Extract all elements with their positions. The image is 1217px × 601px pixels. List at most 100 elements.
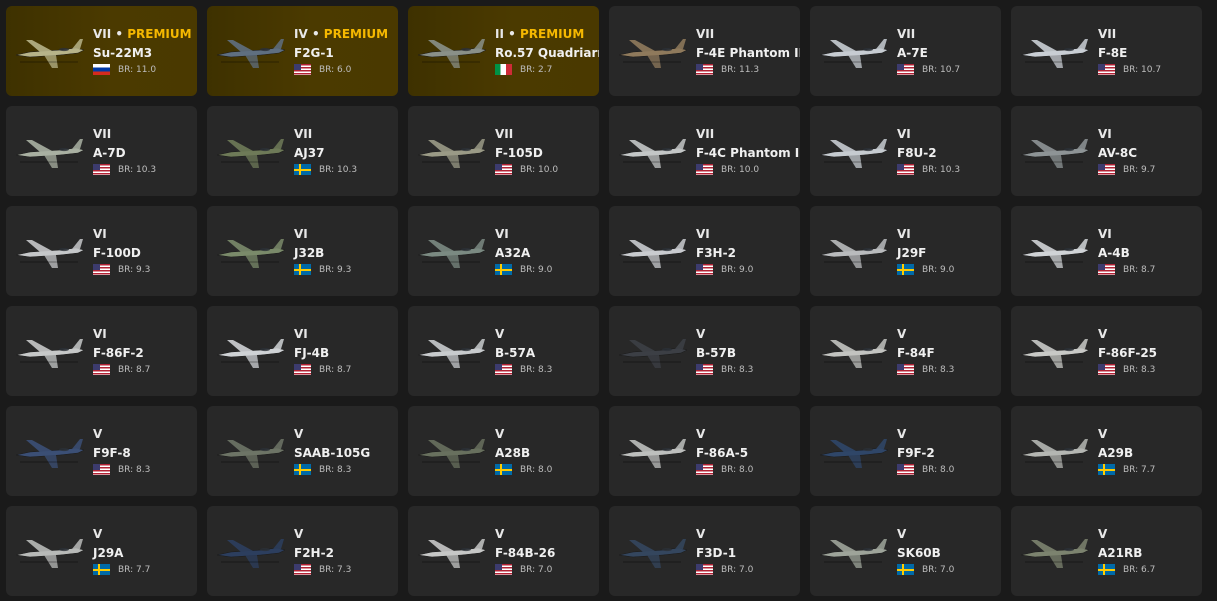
vehicle-br-line: BR: 6.7	[1098, 564, 1202, 575]
vehicle-br-line: BR: 7.0	[495, 564, 599, 575]
vehicle-rank: VII	[696, 127, 715, 141]
vehicle-br: BR: 6.7	[1123, 564, 1156, 575]
us-flag-icon	[1098, 164, 1115, 175]
vehicle-name: F3H-2	[696, 246, 736, 260]
vehicle-card[interactable]: VII F-4C Phantom II BR: 10.0	[609, 106, 800, 196]
ru-flag-icon	[93, 64, 110, 75]
vehicle-br-line: BR: 11.3	[696, 64, 800, 75]
vehicle-card[interactable]: VII F-4E Phantom II BR: 11.3	[609, 6, 800, 96]
vehicle-card[interactable]: V F-86A-5 BR: 8.0	[609, 406, 800, 496]
it-flag-icon	[495, 64, 512, 75]
aircraft-icon	[1019, 228, 1091, 274]
vehicle-br-line: BR: 9.0	[897, 264, 1001, 275]
vehicle-rank: VI	[696, 227, 710, 241]
vehicle-br-line: BR: 8.3	[495, 364, 599, 375]
vehicle-br-line: BR: 10.0	[495, 164, 599, 175]
vehicle-card[interactable]: VI J32B BR: 9.3	[207, 206, 398, 296]
aircraft-icon	[1019, 128, 1091, 174]
aircraft-icon	[215, 28, 287, 74]
vehicle-rank-line: VII	[1098, 27, 1202, 41]
vehicle-rank-line: V	[1098, 427, 1202, 441]
vehicle-card[interactable]: VII AJ37 BR: 10.3	[207, 106, 398, 196]
vehicle-card[interactable]: V SAAB-105G BR: 8.3	[207, 406, 398, 496]
vehicle-card[interactable]: VI A-4B BR: 8.7	[1011, 206, 1202, 296]
vehicle-card[interactable]: IV • PREMIUM F2G-1 BR: 6.0	[207, 6, 398, 96]
vehicle-rank-line: VI	[897, 227, 1001, 241]
vehicle-br: BR: 8.0	[520, 464, 553, 475]
vehicle-name: F-86A-5	[696, 446, 749, 460]
vehicle-card[interactable]: VI F8U-2 BR: 10.3	[810, 106, 1001, 196]
vehicle-card[interactable]: V A21RB BR: 6.7	[1011, 506, 1202, 596]
vehicle-card[interactable]: VI FJ-4B BR: 8.7	[207, 306, 398, 396]
vehicle-br-line: BR: 8.7	[93, 364, 197, 375]
vehicle-card[interactable]: V A29B BR: 7.7	[1011, 406, 1202, 496]
vehicle-info: VII F-8E BR: 10.7	[1098, 27, 1202, 75]
vehicle-card[interactable]: V F9F-8 BR: 8.3	[6, 406, 197, 496]
vehicle-rank: VI	[294, 327, 308, 341]
vehicle-card[interactable]: VI A32A BR: 9.0	[408, 206, 599, 296]
vehicle-br-line: BR: 8.3	[294, 464, 398, 475]
vehicle-card[interactable]: VII F-8E BR: 10.7	[1011, 6, 1202, 96]
vehicle-br-line: BR: 10.7	[1098, 64, 1202, 75]
vehicle-card[interactable]: VII A-7E BR: 10.7	[810, 6, 1001, 96]
aircraft-icon	[14, 228, 86, 274]
vehicle-info: VI A32A BR: 9.0	[495, 227, 599, 275]
vehicle-info: V F-86F-25 BR: 8.3	[1098, 327, 1202, 375]
vehicle-br: BR: 9.3	[118, 264, 151, 275]
vehicle-rank: VII	[93, 127, 112, 141]
us-flag-icon	[1098, 64, 1115, 75]
vehicle-br-line: BR: 9.3	[294, 264, 398, 275]
us-flag-icon	[93, 264, 110, 275]
vehicle-card[interactable]: V J29A BR: 7.7	[6, 506, 197, 596]
aircraft-icon	[215, 528, 287, 574]
vehicle-card[interactable]: V B-57B BR: 8.3	[609, 306, 800, 396]
vehicle-card[interactable]: VII F-105D BR: 10.0	[408, 106, 599, 196]
vehicle-card[interactable]: II • PREMIUM Ro.57 Quadriarma BR: 2.7	[408, 6, 599, 96]
vehicle-card[interactable]: V SK60B BR: 7.0	[810, 506, 1001, 596]
vehicle-info: V A29B BR: 7.7	[1098, 427, 1202, 475]
vehicle-card[interactable]: V F-84F BR: 8.3	[810, 306, 1001, 396]
vehicle-info: VII A-7E BR: 10.7	[897, 27, 1001, 75]
vehicle-card[interactable]: VI F-100D BR: 9.3	[6, 206, 197, 296]
vehicle-card[interactable]: V F2H-2 BR: 7.3	[207, 506, 398, 596]
vehicle-info: V A21RB BR: 6.7	[1098, 527, 1202, 575]
vehicle-name: J29F	[897, 246, 927, 260]
rank-separator: •	[503, 27, 520, 41]
us-flag-icon	[495, 364, 512, 375]
vehicle-card[interactable]: V F3D-1 BR: 7.0	[609, 506, 800, 596]
vehicle-card[interactable]: VI F-86F-2 BR: 8.7	[6, 306, 197, 396]
vehicle-br-line: BR: 9.3	[93, 264, 197, 275]
vehicle-name: F-100D	[93, 246, 141, 260]
vehicle-card[interactable]: V B-57A BR: 8.3	[408, 306, 599, 396]
premium-label: PREMIUM	[519, 27, 585, 41]
vehicle-rank-line: VI	[897, 127, 1001, 141]
vehicle-card[interactable]: V F-86F-25 BR: 8.3	[1011, 306, 1202, 396]
vehicle-card[interactable]: VII A-7D BR: 10.3	[6, 106, 197, 196]
vehicle-info: V SK60B BR: 7.0	[897, 527, 1001, 575]
vehicle-name: A28B	[495, 446, 531, 460]
vehicle-name: F8U-2	[897, 146, 937, 160]
vehicle-info: V F3D-1 BR: 7.0	[696, 527, 800, 575]
vehicle-br: BR: 11.3	[721, 64, 760, 75]
vehicle-name: FJ-4B	[294, 346, 330, 360]
vehicle-card[interactable]: V F9F-2 BR: 8.0	[810, 406, 1001, 496]
vehicle-card[interactable]: V F-84B-26 BR: 7.0	[408, 506, 599, 596]
vehicle-rank-line: VI	[93, 227, 197, 241]
vehicle-card[interactable]: VII • PREMIUM Su-22M3 BR: 11.0	[6, 6, 197, 96]
vehicle-name: F-8E	[1098, 46, 1128, 60]
vehicle-br: BR: 7.7	[118, 564, 151, 575]
vehicle-grid: VII • PREMIUM Su-22M3 BR: 11.0 IV • PREMIUM…	[0, 0, 1217, 601]
vehicle-card[interactable]: VI J29F BR: 9.0	[810, 206, 1001, 296]
vehicle-card[interactable]: VI AV-8C BR: 9.7	[1011, 106, 1202, 196]
aircraft-icon	[818, 228, 890, 274]
vehicle-br-line: BR: 11.0	[93, 64, 197, 75]
vehicle-card[interactable]: V A28B BR: 8.0	[408, 406, 599, 496]
vehicle-name: F-84F	[897, 346, 935, 360]
vehicle-rank: II	[495, 27, 504, 41]
us-flag-icon	[897, 164, 914, 175]
vehicle-card[interactable]: VI F3H-2 BR: 9.0	[609, 206, 800, 296]
vehicle-name: SAAB-105G	[294, 446, 371, 460]
vehicle-name: B-57B	[696, 346, 736, 360]
vehicle-rank: VII	[93, 27, 112, 41]
vehicle-br: BR: 8.7	[1123, 264, 1156, 275]
